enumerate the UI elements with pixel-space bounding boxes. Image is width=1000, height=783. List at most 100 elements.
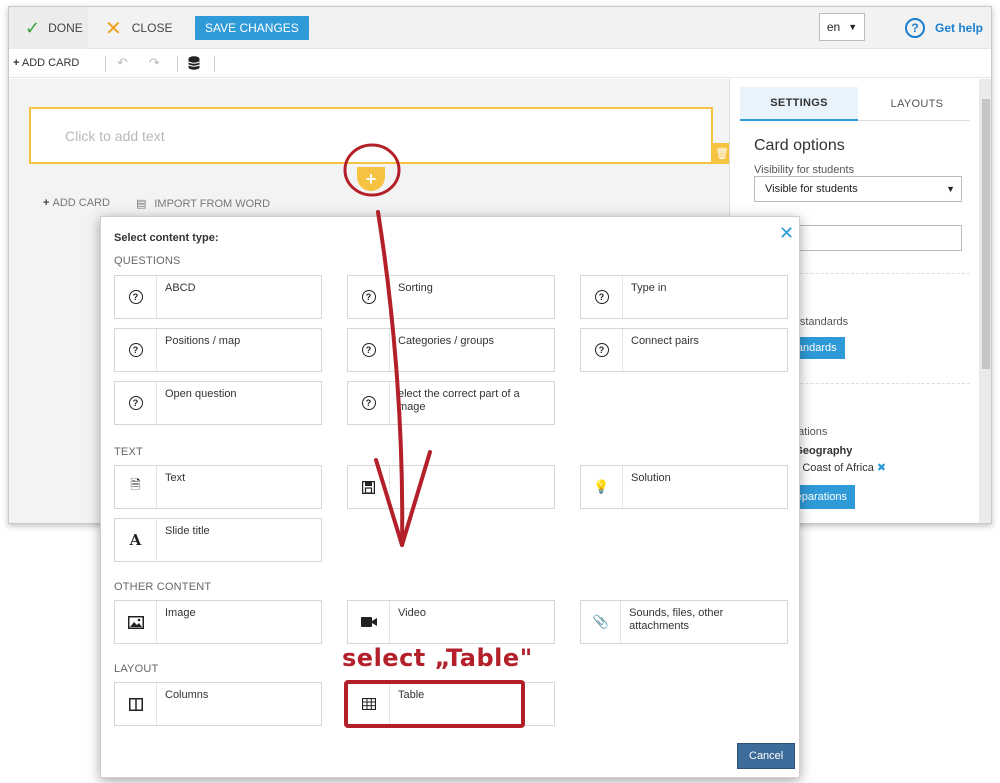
content-type-label: Connect pairs: [631, 335, 699, 347]
remove-icon[interactable]: ✖: [877, 462, 886, 474]
image-glyph: [127, 615, 144, 629]
content-type-label: Columns: [165, 689, 209, 701]
columns-icon: [115, 683, 157, 725]
content-type-label: Solution: [631, 472, 671, 484]
question-icon: ?: [594, 343, 609, 357]
visibility-label: Visibility for students: [754, 164, 855, 176]
dialog-title: Select content type:: [114, 232, 219, 244]
content-type-select-image-part[interactable]: ? elect the correct part of a mage: [347, 381, 555, 425]
import-from-word-link[interactable]: ▤ IMPORT FROM WORD: [136, 197, 270, 210]
word-file-icon: ▤: [135, 198, 147, 210]
redo-icon[interactable]: ↷: [149, 55, 160, 71]
plus-icon: +: [13, 57, 20, 69]
letter-a-icon: A: [115, 519, 157, 561]
add-card-label: ADD CARD: [21, 57, 80, 69]
content-type-type-in[interactable]: ? Type in: [580, 275, 788, 319]
content-type-video[interactable]: Video: [347, 600, 555, 644]
content-type-label: Sorting: [398, 282, 433, 294]
content-type-label: Text: [165, 472, 186, 484]
help-label: Get help: [935, 21, 984, 35]
content-type-open-question[interactable]: ? Open question: [114, 381, 322, 425]
scrollbar[interactable]: [979, 79, 991, 523]
document-icon: 🗎: [115, 466, 157, 508]
section-other-content: OTHER CONTENT: [114, 581, 212, 593]
database-icon[interactable]: [188, 56, 200, 70]
undo-icon[interactable]: ↶: [117, 55, 128, 71]
lightbulb-icon: 💡: [581, 466, 623, 508]
section-layout: LAYOUT: [114, 663, 159, 675]
tab-settings[interactable]: SETTINGS: [740, 87, 858, 121]
select-content-type-dialog: Select content type: ✕ QUESTIONS ? ABCD …: [100, 216, 800, 778]
done-button[interactable]: ✓ DONE: [9, 7, 88, 49]
add-card-link[interactable]: + ADD CARD: [43, 197, 110, 210]
question-icon: ?: [594, 290, 609, 304]
content-type-label: Type in: [631, 282, 667, 294]
content-type-slide-title[interactable]: A Slide title: [114, 518, 322, 562]
card-options-heading: Card options: [754, 137, 845, 154]
x-icon: ✕: [105, 17, 122, 40]
help-link[interactable]: ? Get help: [905, 17, 983, 39]
content-type-label: ABCD: [165, 282, 196, 294]
card-bottom-actions: + ADD CARD ▤ IMPORT FROM WORD: [43, 197, 270, 210]
toolbar-divider: [177, 56, 178, 72]
question-icon: ?: [128, 343, 143, 357]
image-icon: [115, 601, 157, 643]
close-button[interactable]: ✕ CLOSE: [105, 7, 172, 49]
add-content-plus-button[interactable]: +: [357, 167, 385, 191]
content-type-image[interactable]: Image: [114, 600, 322, 644]
content-type-label: Positions / map: [165, 335, 241, 347]
content-type-attachments[interactable]: 📎 Sounds, files, other attachments: [580, 600, 788, 644]
video-camera-icon: [348, 601, 390, 643]
checkmark-icon: ✓: [25, 17, 41, 38]
content-type-text[interactable]: 🗎 Text: [114, 465, 322, 509]
cancel-button[interactable]: Cancel: [737, 743, 796, 769]
content-type-solution[interactable]: 💡 Solution: [580, 465, 788, 509]
toolbar-divider: [105, 56, 106, 72]
content-type-categories-groups[interactable]: ? Categories / groups: [347, 328, 555, 372]
content-type-columns[interactable]: Columns: [114, 682, 322, 726]
top-bar: ✓ DONE ✕ CLOSE SAVE CHANGES en ▼ ? Get h…: [9, 7, 991, 49]
toolbar-divider: [214, 56, 215, 72]
add-card-button[interactable]: + ADD CARD: [13, 57, 79, 69]
content-type-abcd[interactable]: ? ABCD: [114, 275, 322, 319]
question-circle-icon: ?: [905, 18, 925, 38]
language-select[interactable]: en ▼: [819, 13, 865, 41]
video-camera-glyph: [360, 617, 377, 627]
content-type-label: elect the correct part of a mage: [398, 388, 520, 413]
table-icon: [348, 683, 390, 725]
visibility-value: Visible for students: [765, 183, 858, 195]
columns-glyph: [128, 697, 143, 711]
content-type-label: Slide title: [165, 525, 210, 537]
visibility-select[interactable]: Visible for students ▼: [754, 176, 962, 202]
content-type-connect-pairs[interactable]: ? Connect pairs: [580, 328, 788, 372]
content-type-label: Table: [398, 689, 425, 701]
content-type-positions-map[interactable]: ? Positions / map: [114, 328, 322, 372]
caret-down-icon: ▼: [946, 184, 955, 194]
text-card-placeholder[interactable]: Click to add text: [65, 128, 165, 144]
content-type-sorting[interactable]: ? Sorting: [347, 275, 555, 319]
section-text: TEXT: [114, 446, 143, 458]
content-type-table[interactable]: Table: [347, 682, 555, 726]
import-label: IMPORT FROM WORD: [154, 198, 271, 210]
section-questions: QUESTIONS: [114, 255, 181, 267]
add-card-link-label: ADD CARD: [52, 197, 110, 209]
annotation-label: select „Table": [342, 644, 533, 672]
question-icon: ?: [128, 290, 143, 304]
question-icon: ?: [361, 290, 376, 304]
content-type-label: Sounds, files, other attachments: [629, 607, 724, 632]
close-label: CLOSE: [131, 21, 173, 35]
table-glyph: [361, 698, 376, 710]
close-icon[interactable]: ✕: [779, 223, 794, 244]
question-icon: ?: [361, 343, 376, 357]
content-type-label: Categories / groups: [398, 335, 494, 347]
scrollbar-thumb[interactable]: [982, 99, 990, 369]
content-type-save[interactable]: [347, 465, 555, 509]
question-icon: ?: [128, 396, 143, 410]
tab-layouts[interactable]: LAYOUTS: [858, 87, 976, 121]
content-type-label: Image: [165, 607, 196, 619]
save-changes-button[interactable]: SAVE CHANGES: [195, 16, 309, 40]
text-card[interactable]: Click to add text: [29, 107, 713, 164]
caret-down-icon: ▼: [848, 22, 858, 32]
content-type-label: Open question: [165, 388, 237, 400]
paperclip-icon: 📎: [581, 601, 622, 643]
